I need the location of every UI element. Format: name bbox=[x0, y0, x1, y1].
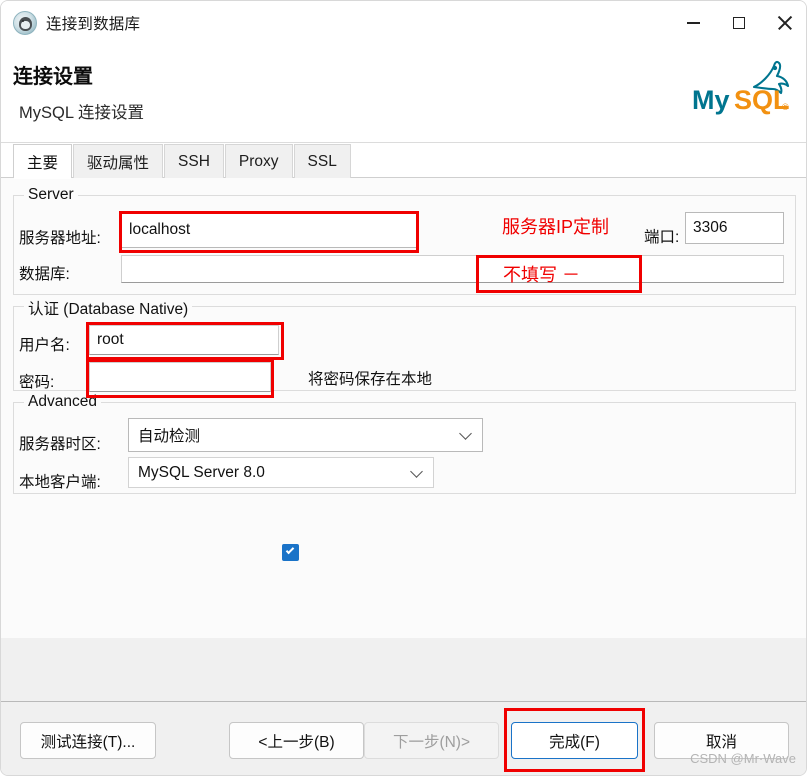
mysql-logo-icon: My SQL ® bbox=[692, 60, 790, 115]
timezone-value: 自动检测 bbox=[138, 428, 201, 445]
database-input[interactable] bbox=[121, 255, 784, 283]
port-input[interactable]: 3306 bbox=[685, 212, 784, 244]
footer-divider bbox=[1, 701, 806, 702]
tab-bar: 主要 驱动属性 SSH Proxy SSL bbox=[1, 144, 806, 179]
chevron-down-icon bbox=[459, 427, 472, 440]
window-controls bbox=[670, 1, 806, 45]
check-icon bbox=[285, 545, 295, 555]
test-connection-button[interactable]: 测试连接(T)... bbox=[20, 722, 156, 759]
annotation-host-note: 服务器IP定制 bbox=[502, 217, 610, 237]
port-label: 端口: bbox=[644, 229, 680, 246]
dbeaver-beaver-icon bbox=[13, 11, 37, 35]
host-label: 服务器地址: bbox=[19, 230, 101, 247]
close-icon bbox=[777, 15, 793, 31]
tab-proxy[interactable]: Proxy bbox=[224, 144, 293, 178]
advanced-group-title: Advanced bbox=[24, 393, 101, 411]
tab-ssh[interactable]: SSH bbox=[164, 144, 224, 178]
window-title: 连接到数据库 bbox=[46, 16, 141, 33]
tab-ssl[interactable]: SSL bbox=[293, 144, 351, 178]
watermark: CSDN @Mr·Wave bbox=[690, 751, 796, 766]
dialog-footer: 测试连接(T)... <上一步(B) 下一步(N)> 完成(F) 取消 CSDN… bbox=[1, 638, 806, 775]
local-client-value: MySQL Server 8.0 bbox=[138, 463, 265, 481]
close-button[interactable] bbox=[762, 1, 806, 45]
host-input[interactable]: localhost bbox=[121, 212, 417, 248]
timezone-label: 服务器时区: bbox=[19, 436, 101, 453]
svg-text:®: ® bbox=[782, 102, 789, 112]
server-group-title: Server bbox=[24, 186, 78, 204]
minimize-button[interactable] bbox=[670, 1, 716, 45]
dialog-header: 连接设置 MySQL 连接设置 My SQL ® bbox=[1, 45, 806, 143]
mysql-logo-text-my: My bbox=[692, 85, 730, 115]
save-password-checkbox[interactable] bbox=[282, 544, 299, 561]
minimize-icon bbox=[686, 22, 700, 24]
save-password-label: 将密码保存在本地 bbox=[308, 371, 433, 388]
connection-settings-dialog: 连接到数据库 连接设置 MySQL 连接设置 My SQL ® 主要 驱动属性 … bbox=[0, 0, 807, 776]
title-bar: 连接到数据库 bbox=[1, 1, 806, 45]
local-client-label: 本地客户端: bbox=[19, 474, 101, 491]
local-client-select[interactable]: MySQL Server 8.0 bbox=[128, 457, 434, 488]
page-title: 连接设置 bbox=[13, 66, 93, 88]
chevron-down-icon bbox=[410, 464, 423, 478]
annotation-database-note: 不填写 － bbox=[503, 265, 581, 285]
tab-driver-properties[interactable]: 驱动属性 bbox=[73, 144, 164, 178]
timezone-select[interactable]: 自动检测 bbox=[128, 418, 483, 452]
username-input[interactable]: root bbox=[89, 325, 279, 355]
password-input[interactable] bbox=[89, 362, 271, 392]
tab-main[interactable]: 主要 bbox=[13, 144, 73, 179]
maximize-icon bbox=[733, 17, 745, 29]
main-content: Server 服务器地址: localhost 端口: 3306 数据库: 认证… bbox=[1, 178, 806, 775]
next-button[interactable]: 下一步(N)> bbox=[364, 722, 499, 759]
maximize-button[interactable] bbox=[716, 1, 762, 45]
page-subtitle: MySQL 连接设置 bbox=[19, 104, 144, 122]
back-button[interactable]: <上一步(B) bbox=[229, 722, 364, 759]
finish-button[interactable]: 完成(F) bbox=[511, 722, 638, 759]
username-label: 用户名: bbox=[19, 337, 70, 354]
database-label: 数据库: bbox=[19, 266, 70, 283]
password-label: 密码: bbox=[19, 374, 55, 391]
auth-group-title: 认证 (Database Native) bbox=[24, 297, 193, 319]
